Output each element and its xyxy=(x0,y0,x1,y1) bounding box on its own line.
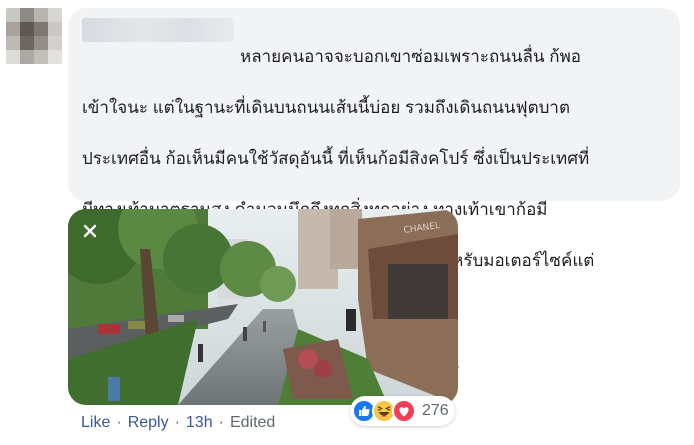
love-reaction-icon xyxy=(392,399,416,423)
separator: · xyxy=(174,414,180,431)
comment-actions: Like · Reply · 13h · Edited xyxy=(81,414,275,432)
timestamp-link[interactable]: 13h xyxy=(186,414,213,432)
like-link[interactable]: Like xyxy=(81,414,110,432)
comment-bubble: หลายคนอาจจะบอกเขาซ่อมเพราะถนนลื่น ก้พอ เ… xyxy=(68,8,680,373)
close-icon[interactable] xyxy=(78,219,102,243)
separator: · xyxy=(116,414,122,431)
street-scene-image: CHANEL xyxy=(68,209,458,405)
edited-label[interactable]: Edited xyxy=(230,414,275,432)
comment-line: เข้าใจนะ แต่ในฐานะที่เดินบนถนนเส้นนี้บ่อ… xyxy=(82,97,570,117)
comment-line: ประเทศอื่น ก้อเห็นมีคนใช้วัสดุอันนี้ ที่… xyxy=(82,148,590,168)
reply-link[interactable]: Reply xyxy=(128,414,169,432)
attached-photo[interactable]: CHANEL xyxy=(68,209,458,405)
reaction-count: 276 xyxy=(422,402,449,419)
comment-container: หลายคนอาจจะบอกเขาซ่อมเพราะถนนลื่น ก้พอ เ… xyxy=(0,0,694,445)
avatar[interactable] xyxy=(6,8,62,64)
reaction-icons xyxy=(352,399,416,423)
reactions-summary[interactable]: 276 xyxy=(350,396,455,426)
comment-line: หลายคนอาจจะบอกเขาซ่อมเพราะถนนลื่น ก้พอ xyxy=(240,46,581,66)
separator: · xyxy=(218,414,224,431)
